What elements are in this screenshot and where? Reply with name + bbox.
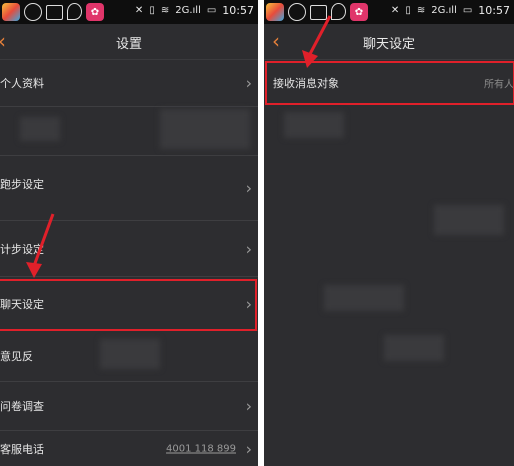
wifi-icon: ≋ bbox=[416, 5, 426, 16]
blurred-region bbox=[434, 205, 504, 235]
clock: 10:57 bbox=[222, 4, 254, 17]
mute-icon: ✕ bbox=[390, 5, 400, 16]
battery-icon: ▭ bbox=[206, 5, 217, 16]
list-item-label: 客服电话 bbox=[0, 442, 44, 456]
sim-icon: ▯ bbox=[405, 5, 411, 16]
battery-icon: ▭ bbox=[462, 5, 473, 16]
app-icon: ✿ bbox=[350, 3, 368, 21]
chevron-right-icon: › bbox=[245, 239, 252, 258]
arrow-annotation bbox=[26, 213, 55, 278]
blurred-region bbox=[284, 112, 344, 138]
chevron-right-icon: › bbox=[245, 396, 252, 416]
chevron-right-icon: › bbox=[245, 73, 252, 93]
signal-icon: 2G.ıll bbox=[431, 5, 457, 16]
app-icon: ✿ bbox=[86, 3, 104, 21]
list-item-label: 问卷调查 bbox=[0, 400, 44, 413]
signal-icon: 2G.ıll bbox=[175, 5, 201, 16]
list-item-support-phone[interactable]: 客服电话 4001 118 899 › bbox=[0, 431, 258, 466]
list-item-profile[interactable]: 个人资料 › bbox=[0, 60, 258, 107]
app-icon bbox=[266, 3, 284, 21]
list-item-blurred[interactable] bbox=[0, 107, 258, 156]
settings-screen: ✿ ✕ ▯ ≋ 2G.ıll ▭ 10:57 ‹ 设置 个人资料 › 跑步设定 … bbox=[0, 0, 258, 466]
blurred-region bbox=[100, 339, 160, 369]
image-icon bbox=[46, 5, 63, 20]
app-icon bbox=[24, 3, 42, 21]
wifi-icon: ≋ bbox=[160, 5, 170, 16]
list-item-label: 跑步设定 bbox=[0, 178, 44, 192]
blurred-region bbox=[384, 335, 444, 361]
list-item-label: 个人资料 bbox=[0, 77, 44, 90]
app-icon bbox=[2, 3, 20, 21]
sim-icon: ▯ bbox=[149, 5, 155, 16]
chevron-right-icon: › bbox=[245, 178, 252, 198]
mute-icon: ✕ bbox=[134, 5, 144, 16]
highlight-box bbox=[0, 279, 257, 331]
list-item-label: 意见反 bbox=[0, 350, 33, 363]
chat-settings-screen: ✿ ✕ ▯ ≋ 2G.ıll ▭ 10:57 ‹ 聊天设定 接收消息对象 所有人 bbox=[264, 0, 514, 466]
blurred-region bbox=[324, 285, 404, 311]
chevron-right-icon: › bbox=[245, 439, 252, 458]
list-item-feedback[interactable]: 意见反 bbox=[0, 331, 258, 382]
arrow-annotation bbox=[302, 15, 332, 68]
phone-number[interactable]: 4001 118 899 bbox=[166, 443, 236, 454]
nav-bar: ‹ 设置 bbox=[0, 24, 258, 60]
blurred-region bbox=[160, 109, 250, 149]
list-item-survey[interactable]: 问卷调查 › bbox=[0, 382, 258, 431]
clock: 10:57 bbox=[478, 4, 510, 17]
blurred-region bbox=[20, 117, 60, 141]
page-title: 设置 bbox=[115, 37, 142, 52]
location-icon bbox=[67, 3, 82, 20]
status-bar: ✿ ✕ ▯ ≋ 2G.ıll ▭ 10:57 bbox=[0, 0, 258, 24]
